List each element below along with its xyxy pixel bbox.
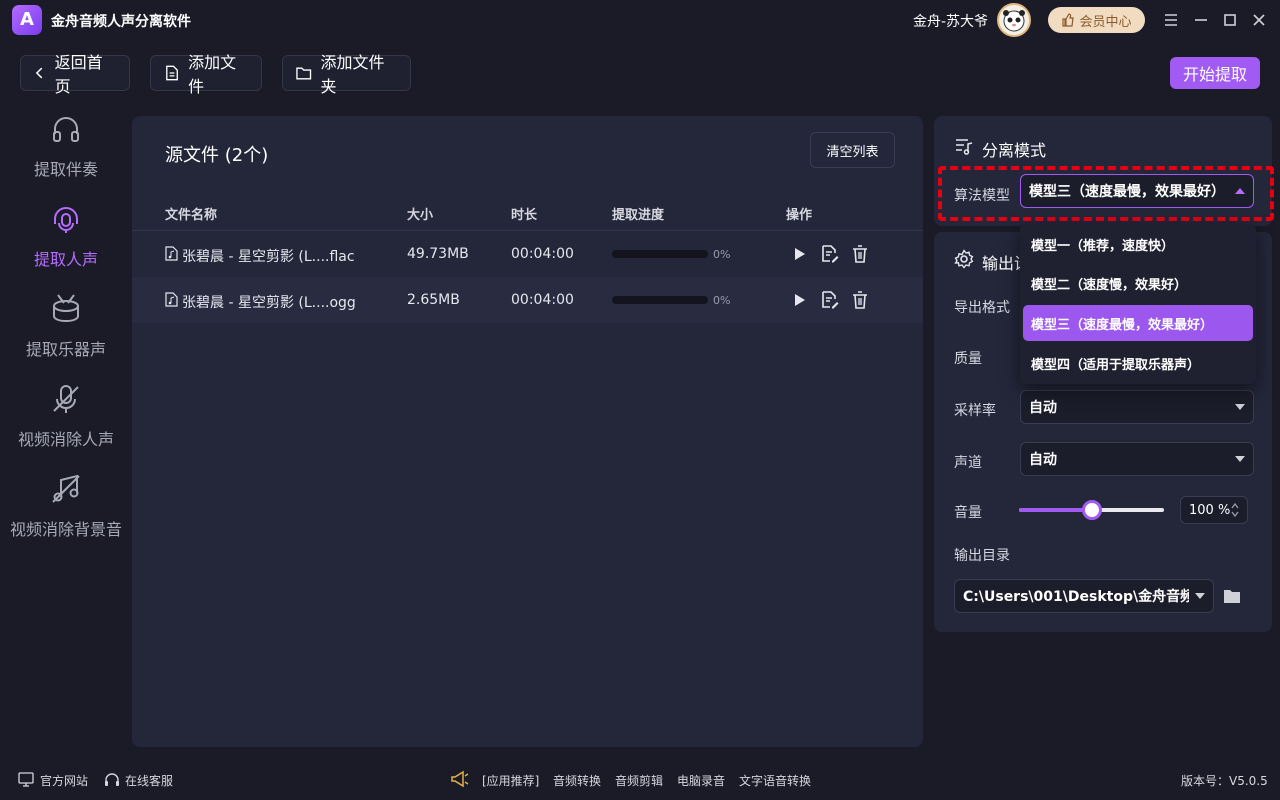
progress-bar: [612, 250, 708, 258]
folder-open-icon[interactable]: [1222, 587, 1242, 605]
chevron-down-icon: [1235, 404, 1245, 410]
volume-input[interactable]: 100 %: [1180, 496, 1248, 524]
menu-icon[interactable]: [1161, 10, 1181, 30]
sidebar-item-video-remove-vocals[interactable]: 视频消除人声: [0, 382, 132, 450]
monitor-icon: [18, 772, 34, 787]
chevron-left-icon: [35, 67, 43, 79]
app-title: 金舟音频人声分离软件: [51, 14, 191, 30]
footer-link-text-to-speech[interactable]: 文字语音转换: [739, 772, 811, 789]
website-link[interactable]: 官方网站: [40, 772, 88, 789]
drum-icon: [53, 294, 79, 323]
column-header-actions: 操作: [786, 208, 813, 223]
column-header-size: 大小: [407, 208, 434, 223]
file-duration: 00:04:00: [511, 246, 574, 262]
progress-percent: 0%: [713, 294, 731, 307]
file-size: 49.73MB: [407, 246, 469, 262]
column-header-name: 文件名称: [165, 208, 218, 223]
format-label: 导出格式: [954, 300, 1010, 316]
samplerate-label: 采样率: [954, 403, 996, 419]
gear-icon: [954, 249, 974, 269]
file-name: 张碧晨 - 星空剪影 (L....flac: [182, 249, 355, 265]
channel-select[interactable]: 自动: [1020, 442, 1254, 476]
progress-bar: [612, 296, 708, 304]
separation-mode-title: 分离模式: [982, 141, 1047, 160]
maximize-icon[interactable]: [1220, 10, 1240, 30]
sidebar-item-video-remove-background[interactable]: 视频消除背景音: [0, 472, 132, 540]
output-dir-select[interactable]: C:\Users\001\Desktop\金舟音频人: [954, 579, 1214, 613]
file-duration: 00:04:00: [511, 292, 574, 308]
start-extract-button[interactable]: 开始提取: [1170, 57, 1260, 89]
close-icon[interactable]: [1249, 10, 1269, 30]
chevron-down-icon: [1195, 593, 1205, 599]
folder-icon: [296, 67, 312, 80]
add-folder-button[interactable]: 添加文件夹: [282, 53, 411, 96]
version-label: 版本号：V5.0.5: [1181, 774, 1268, 788]
app-logo: A: [12, 5, 42, 35]
chevron-down-icon: [1235, 456, 1245, 462]
play-icon[interactable]: [794, 293, 806, 307]
footer-link-audio-edit[interactable]: 音频剪辑: [615, 772, 663, 789]
music-off-icon: [52, 474, 80, 503]
sidebar-item-extract-instrument[interactable]: 提取乐器声: [0, 292, 132, 360]
annotation-highlight-box: [938, 166, 1274, 221]
file-icon: [166, 65, 178, 81]
quality-label: 质量: [954, 351, 982, 367]
clear-list-button[interactable]: 清空列表: [810, 132, 895, 168]
footer-link-audio-convert[interactable]: 音频转换: [553, 772, 601, 789]
music-list-icon: [954, 136, 974, 156]
column-header-progress: 提取进度: [612, 208, 665, 223]
algorithm-option-3[interactable]: 模型三（速度最慢，效果最好）: [1023, 305, 1253, 341]
algorithm-option-4[interactable]: 模型四（适用于提取乐器声）: [1023, 345, 1253, 381]
column-header-duration: 时长: [511, 208, 538, 223]
stepper-icon[interactable]: [1231, 503, 1239, 517]
vip-center-button[interactable]: 会员中心: [1048, 7, 1145, 33]
edit-file-icon[interactable]: [822, 245, 839, 263]
algorithm-option-1[interactable]: 模型一（推荐，速度快）: [1023, 226, 1253, 262]
source-files-title: 源文件 (2个): [165, 145, 269, 166]
samplerate-select[interactable]: 自动: [1020, 390, 1254, 424]
app-recommend-label: [应用推荐]: [482, 774, 540, 788]
play-icon[interactable]: [794, 247, 806, 261]
delete-icon[interactable]: [852, 291, 868, 309]
channel-label: 声道: [954, 455, 982, 471]
minimize-icon[interactable]: [1191, 10, 1211, 30]
progress-percent: 0%: [713, 248, 731, 261]
sidebar-item-extract-vocals[interactable]: 提取人声: [0, 202, 132, 270]
volume-label: 音量: [954, 505, 982, 521]
avatar[interactable]: [997, 3, 1031, 37]
delete-icon[interactable]: [852, 245, 868, 263]
back-home-button[interactable]: 返回首页: [20, 53, 130, 96]
footer-link-pc-record[interactable]: 电脑录音: [677, 772, 725, 789]
megaphone-icon: [450, 770, 470, 788]
add-file-button[interactable]: 添加文件: [150, 53, 262, 96]
algorithm-option-2[interactable]: 模型二（速度慢，效果好）: [1023, 265, 1253, 301]
username[interactable]: 金舟-苏大爷: [913, 11, 988, 31]
audio-file-icon: [165, 246, 178, 261]
headset-mic-icon: [54, 207, 78, 233]
sidebar-item-extract-accompaniment[interactable]: 提取伴奏: [0, 112, 132, 180]
file-name: 张碧晨 - 星空剪影 (L....ogg: [182, 295, 356, 311]
online-support-link[interactable]: 在线客服: [125, 772, 173, 789]
headphones-icon: [53, 117, 79, 142]
volume-slider-fill: [1019, 508, 1092, 512]
algorithm-dropdown-menu: 模型一（推荐，速度快） 模型二（速度慢，效果好） 模型三（速度最慢，效果最好） …: [1020, 224, 1256, 384]
volume-slider-thumb[interactable]: [1081, 500, 1102, 520]
file-size: 2.65MB: [407, 292, 460, 308]
headset-icon: [104, 772, 120, 787]
output-dir-label: 输出目录: [954, 548, 1010, 564]
panda-avatar-icon: [1003, 10, 1025, 32]
thumbs-up-icon: [1062, 13, 1075, 27]
mic-off-icon: [53, 385, 79, 413]
edit-file-icon[interactable]: [822, 291, 839, 309]
audio-file-icon: [165, 292, 178, 307]
